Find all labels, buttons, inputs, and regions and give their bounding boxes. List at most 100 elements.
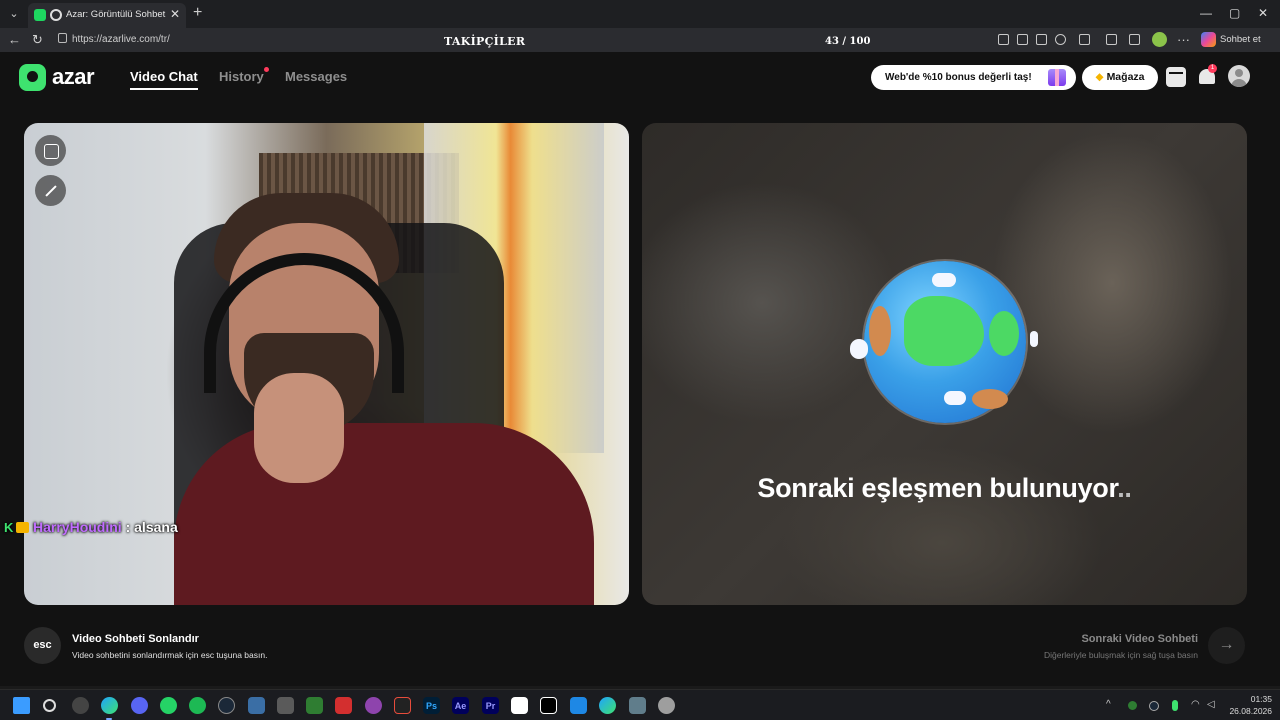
end-chat-title: Video Sohbeti Sonlandır: [72, 633, 199, 645]
split-screen-icon[interactable]: [1106, 34, 1117, 45]
picture-in-picture-icon[interactable]: [35, 135, 66, 166]
crown-badge-icon: [16, 522, 29, 533]
nav-history[interactable]: History: [219, 69, 264, 84]
azar-favicon-icon: [50, 9, 62, 21]
app-header: azar Video Chat History Messages Web'de …: [0, 52, 1280, 104]
copilot-icon[interactable]: [1201, 32, 1216, 47]
gem-icon: ◆: [1095, 71, 1104, 83]
volume-icon[interactable]: ◁: [1207, 699, 1215, 710]
edge-dev-icon[interactable]: [599, 697, 616, 714]
calendar-icon[interactable]: [570, 697, 587, 714]
next-chat-arrow-button[interactable]: →: [1208, 627, 1245, 664]
person-hand: [254, 373, 344, 483]
kick-badge-icon: K: [4, 520, 14, 535]
nav-video-chat[interactable]: Video Chat: [130, 69, 198, 84]
end-chat-esc-button[interactable]: esc: [24, 627, 61, 664]
calculator-icon[interactable]: [277, 697, 294, 714]
minimize-button[interactable]: —: [1200, 6, 1212, 20]
wifi-icon[interactable]: ◠: [1191, 699, 1200, 710]
capcut-icon[interactable]: [511, 697, 528, 714]
reader-icon[interactable]: [1036, 34, 1047, 45]
clock-date: 26.08.2026: [1229, 706, 1272, 716]
more-menu-icon[interactable]: ···: [1177, 32, 1190, 47]
notification-badge: 1: [1208, 64, 1217, 73]
effects-wand-icon[interactable]: [35, 175, 66, 206]
windows-taskbar: Ps Ae Pr ^ ◠ ◁ 01:35 26.08.2026: [0, 689, 1280, 720]
app-install-icon[interactable]: [1017, 34, 1028, 45]
photoshop-label: Ps: [425, 701, 437, 711]
video-editor-icon[interactable]: [394, 697, 411, 714]
history-unread-dot: [264, 67, 269, 72]
chat-separator: :: [121, 519, 135, 535]
clock-time: 01:35: [1250, 694, 1272, 704]
remote-video-panel: Sonraki eşleşmen bulunuyor..: [642, 123, 1247, 605]
store-button[interactable]: ◆ Mağaza: [1082, 65, 1158, 90]
url-field[interactable]: https://azarlive.com/tr/: [72, 34, 170, 45]
favorites-icon[interactable]: [1129, 34, 1140, 45]
copilot-label[interactable]: Sohbet et: [1220, 34, 1261, 45]
next-chat-subtitle: Diğerleriyle buluşmak için sağ tuşa bası…: [1043, 650, 1198, 660]
reload-icon[interactable]: ↻: [32, 32, 43, 48]
maximize-button[interactable]: ▢: [1229, 6, 1240, 20]
lock-icon[interactable]: [58, 33, 67, 43]
close-window-button[interactable]: ✕: [1258, 6, 1268, 20]
matching-status: Sonraki eşleşmen bulunuyor..: [642, 473, 1247, 504]
whatsapp-favicon-icon: [34, 9, 46, 21]
discord-icon[interactable]: [131, 697, 148, 714]
windows-start-icon[interactable]: [13, 697, 30, 714]
browser-tab[interactable]: Azar: Görüntülü Sohbet & Yeni ✕: [28, 3, 186, 28]
app-icon-generic[interactable]: [248, 697, 265, 714]
bonus-promo-button[interactable]: Web'de %10 bonus değerli taş!: [871, 65, 1076, 90]
spotify-icon[interactable]: [189, 697, 206, 714]
address-bar: ← ↻ https://azarlive.com/tr/ ··· Sohbet …: [0, 28, 1280, 52]
settings-gear-icon[interactable]: [658, 697, 675, 714]
tray-app-icon[interactable]: [1128, 701, 1137, 710]
nav-messages[interactable]: Messages: [285, 69, 347, 84]
back-arrow-icon[interactable]: ←: [8, 32, 21, 47]
store-label: Mağaza: [1106, 71, 1145, 83]
extensions-icon[interactable]: [1079, 34, 1090, 45]
person-shirt: [174, 423, 594, 605]
tray-microphone-icon[interactable]: [1172, 700, 1178, 711]
follower-goal-title: TAKİPÇİLER: [444, 35, 526, 48]
stream-chat-line: K HarryHoudini : alsana: [4, 519, 178, 535]
profile-avatar[interactable]: [1152, 32, 1167, 47]
azar-logo-icon[interactable]: [19, 64, 46, 91]
steam-icon[interactable]: [218, 697, 235, 714]
tab-title: Azar: Görüntülü Sohbet & Yeni: [66, 9, 168, 20]
matching-status-text: Sonraki eşleşmen bulunuyor: [757, 473, 1118, 503]
next-chat-title: Sonraki Video Sohbeti: [1081, 633, 1198, 645]
search-icon[interactable]: [43, 699, 56, 712]
premiere-label: Pr: [485, 701, 496, 711]
star-icon[interactable]: [1055, 34, 1066, 45]
whatsapp-icon[interactable]: [160, 697, 177, 714]
acrobat-icon[interactable]: [335, 697, 352, 714]
network-app-icon[interactable]: [629, 697, 646, 714]
media-app-icon[interactable]: [365, 697, 382, 714]
nav-active-underline: [130, 88, 198, 90]
obs-icon[interactable]: [72, 697, 89, 714]
after-effects-label: Ae: [454, 701, 467, 711]
tab-list-chevron-icon[interactable]: ⌄: [4, 4, 24, 24]
system-clock[interactable]: 01:35 26.08.2026: [1226, 693, 1272, 717]
matching-dots: ..: [1117, 473, 1132, 503]
user-avatar-icon[interactable]: [1228, 65, 1250, 87]
new-tab-icon[interactable]: +: [193, 4, 202, 22]
chat-message: alsana: [134, 519, 178, 535]
inventory-box-icon[interactable]: [1166, 67, 1186, 87]
file-app-icon[interactable]: [306, 697, 323, 714]
bonus-promo-label: Web'de %10 bonus değerli taş!: [885, 72, 1032, 83]
tradingview-icon[interactable]: [540, 697, 557, 714]
chat-username: HarryHoudini: [33, 519, 122, 535]
end-chat-subtitle: Video sohbetini sonlandırmak için esc tu…: [72, 650, 268, 660]
tab-close-icon[interactable]: ✕: [170, 7, 180, 21]
tray-overflow-chevron-icon[interactable]: ^: [1106, 699, 1111, 710]
gift-icon: [1048, 69, 1066, 86]
globe-icon: [850, 261, 1038, 423]
tray-steam-icon[interactable]: [1149, 701, 1159, 711]
edge-browser-icon[interactable]: [101, 697, 118, 714]
camera-icon[interactable]: [998, 34, 1009, 45]
azar-logo-text[interactable]: azar: [52, 64, 95, 90]
follower-goal-count: 43 / 100: [825, 36, 871, 47]
browser-tab-bar: ⌄ Azar: Görüntülü Sohbet & Yeni ✕ + — ▢ …: [0, 0, 1280, 28]
